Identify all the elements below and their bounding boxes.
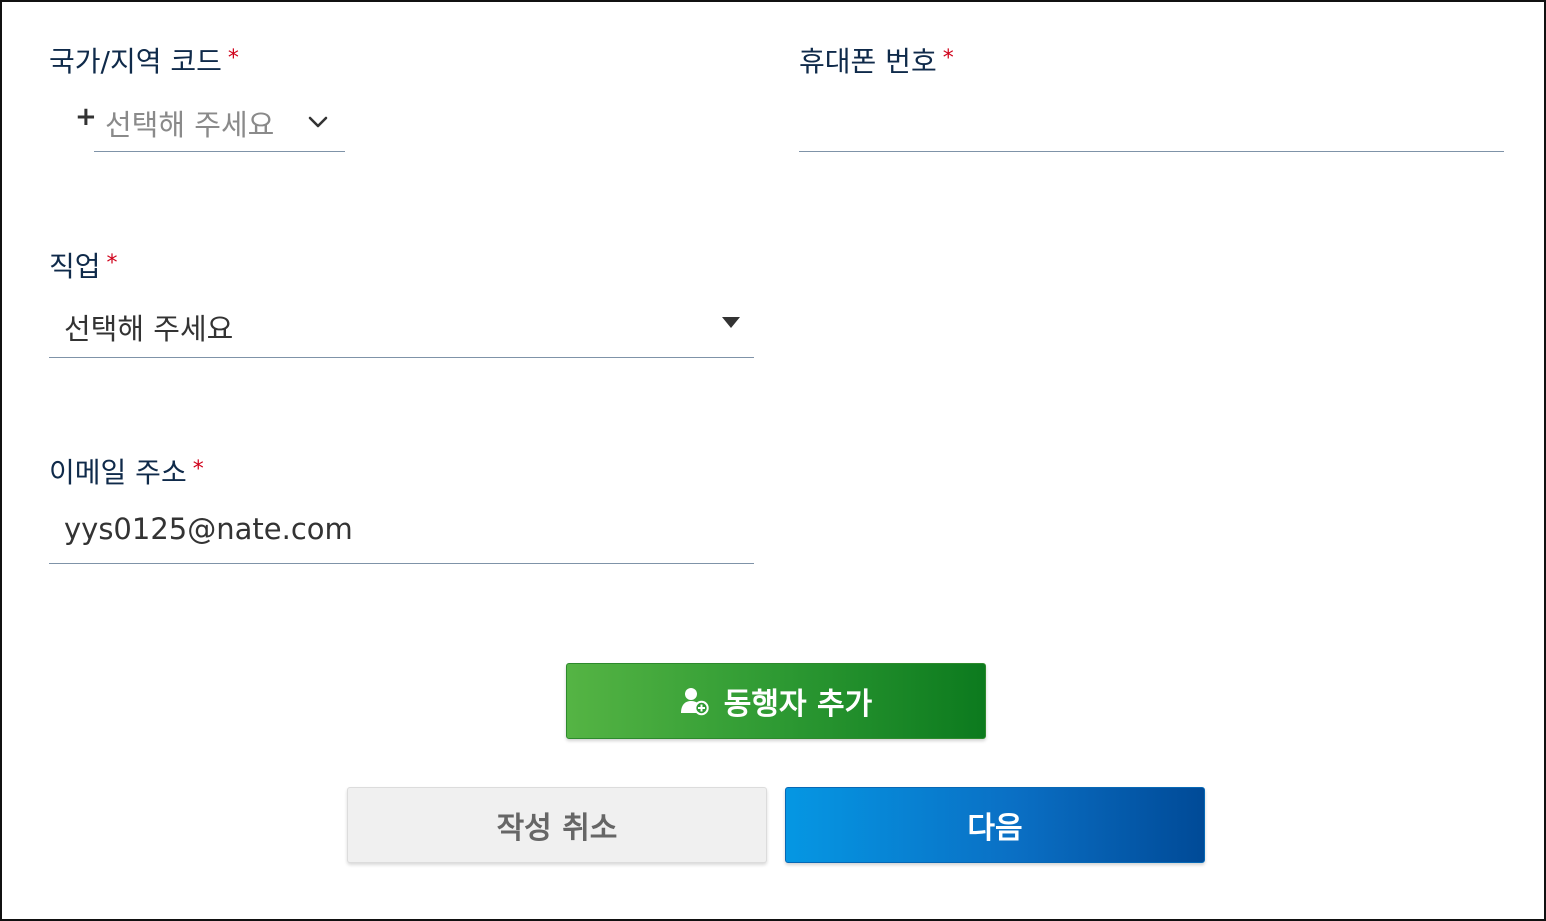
email-label: 이메일 주소 * <box>49 451 204 491</box>
required-mark: * <box>942 46 954 71</box>
required-mark: * <box>106 251 118 276</box>
add-companion-label: 동행자 추가 <box>723 687 873 722</box>
next-button[interactable]: 다음 <box>785 787 1205 863</box>
email-input[interactable]: yys0125@nate.com <box>64 512 353 546</box>
user-add-icon <box>680 686 710 716</box>
email-label-text: 이메일 주소 <box>49 456 187 489</box>
mobile-input[interactable] <box>799 102 1504 146</box>
occupation-label-text: 직업 <box>49 250 101 283</box>
mobile-label-text: 휴대폰 번호 <box>799 45 937 78</box>
mobile-underline <box>799 151 1504 152</box>
required-mark: * <box>192 457 204 482</box>
next-label: 다음 <box>967 811 1023 846</box>
occupation-label: 직업 * <box>49 245 118 285</box>
add-companion-button[interactable]: 동행자 추가 <box>566 663 986 739</box>
mobile-label: 휴대폰 번호 * <box>799 40 954 80</box>
required-mark: * <box>227 46 239 71</box>
caret-down-icon[interactable] <box>722 317 740 328</box>
form-panel: 국가/지역 코드 * + 선택해 주세요 휴대폰 번호 * 직업 * 선택해 주세요 … <box>0 0 1546 921</box>
chevron-down-icon[interactable] <box>307 114 329 130</box>
country-code-select[interactable]: 선택해 주세요 <box>105 102 274 144</box>
occupation-select[interactable]: 선택해 주세요 <box>64 306 233 348</box>
country-code-label: 국가/지역 코드 * <box>49 40 239 80</box>
plus-sign: + <box>75 102 97 132</box>
email-underline <box>49 563 754 564</box>
cancel-label: 작성 취소 <box>496 811 618 846</box>
occupation-underline <box>49 357 754 358</box>
country-code-label-text: 국가/지역 코드 <box>49 45 222 78</box>
cancel-button[interactable]: 작성 취소 <box>347 787 767 863</box>
country-code-underline <box>94 151 345 152</box>
